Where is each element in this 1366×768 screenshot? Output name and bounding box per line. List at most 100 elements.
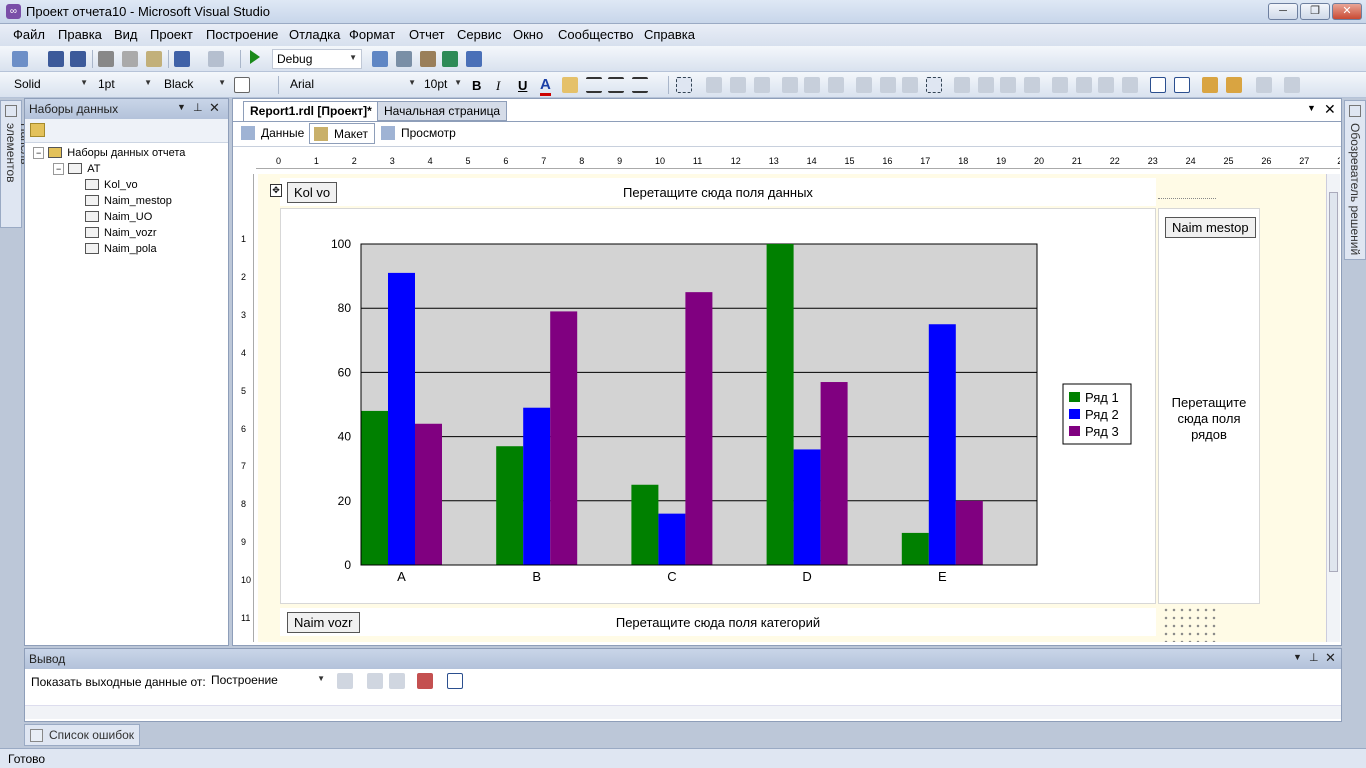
align-tops-icon[interactable] <box>782 77 798 93</box>
add-dataset-icon[interactable] <box>30 123 45 137</box>
menu-file[interactable]: Файл <box>13 27 45 42</box>
tools-icon[interactable] <box>420 51 436 67</box>
subtab-layout[interactable]: Макет <box>309 123 375 144</box>
grid-snap-icon[interactable] <box>676 77 692 93</box>
close-window-button[interactable]: ✕ <box>1332 3 1362 20</box>
send-back-icon[interactable] <box>1226 77 1242 93</box>
save-all-icon[interactable] <box>70 51 86 67</box>
data-field-button[interactable]: Kol vo <box>287 182 338 203</box>
next-message-icon[interactable] <box>389 673 405 689</box>
line-style-combo[interactable]: Solid ▼ <box>10 75 92 95</box>
series-dropzone[interactable]: Naim mestop Перетащите сюда поля рядов <box>1158 208 1260 604</box>
clear-all-icon[interactable] <box>417 673 433 689</box>
paste-icon[interactable] <box>146 51 162 67</box>
find-icon[interactable] <box>372 51 388 67</box>
toolbox-tab[interactable]: Панель элементов <box>0 100 32 228</box>
word-wrap-icon[interactable] <box>447 673 463 689</box>
tree-field[interactable]: Naim_vozr <box>85 227 157 239</box>
pin-icon[interactable]: ⊥ <box>193 101 203 114</box>
tree-root[interactable]: − Наборы данных отчета <box>33 147 185 159</box>
toolbar-options-icon[interactable] <box>1284 77 1300 93</box>
config-combo[interactable]: Debug ▼ <box>272 49 362 69</box>
align-right-icon[interactable] <box>632 77 648 93</box>
center-horizontal-icon[interactable] <box>1150 77 1166 93</box>
explorer-icon[interactable] <box>442 51 458 67</box>
tree-dataset[interactable]: − AT <box>53 163 101 175</box>
output-pin-icon[interactable]: ⊥ <box>1309 651 1319 664</box>
prev-message-icon[interactable] <box>367 673 383 689</box>
fill-color-icon[interactable] <box>562 77 578 93</box>
hspace-remove-icon[interactable] <box>1024 77 1040 93</box>
align-center-icon[interactable] <box>608 77 624 93</box>
output-dropdown-icon[interactable]: ▼ <box>1293 652 1302 662</box>
doc-close-icon[interactable]: ✕ <box>1324 101 1336 118</box>
output-close-icon[interactable]: ✕ <box>1325 650 1336 666</box>
panel-close-icon[interactable]: ✕ <box>209 100 220 116</box>
hspace-inc-icon[interactable] <box>978 77 994 93</box>
start-debug-icon[interactable] <box>250 50 260 64</box>
menu-format[interactable]: Формат <box>349 27 395 42</box>
menu-view[interactable]: Вид <box>114 27 138 42</box>
menu-tools[interactable]: Сервис <box>457 27 502 42</box>
menu-project[interactable]: Проект <box>150 27 193 42</box>
vspace-equal-icon[interactable] <box>1052 77 1068 93</box>
align-centers-icon[interactable] <box>730 77 746 93</box>
menu-window[interactable]: Окно <box>513 27 543 42</box>
redo-icon[interactable] <box>208 51 224 67</box>
panel-dropdown-icon[interactable]: ▼ <box>177 102 186 112</box>
undo-icon[interactable] <box>174 51 190 67</box>
bring-front-icon[interactable] <box>1202 77 1218 93</box>
menu-help[interactable]: Справка <box>644 27 695 42</box>
border-icon[interactable] <box>234 77 250 93</box>
underline-button[interactable]: U <box>518 78 527 93</box>
output-hscrollbar[interactable] <box>25 705 1341 719</box>
hspace-dec-icon[interactable] <box>1000 77 1016 93</box>
vspace-remove-icon[interactable] <box>1122 77 1138 93</box>
series-field-button[interactable]: Naim mestop <box>1165 217 1256 238</box>
properties-icon[interactable] <box>396 51 412 67</box>
minimize-button[interactable]: ─ <box>1268 3 1298 20</box>
tree-field[interactable]: Kol_vo <box>85 179 138 191</box>
menu-report[interactable]: Отчет <box>409 27 445 42</box>
doc-dropdown-icon[interactable]: ▼ <box>1307 103 1316 113</box>
menu-community[interactable]: Сообщество <box>558 27 634 42</box>
chart-area[interactable]: 0 20 40 60 80 100 A B C D E Ряд 1 Ряд 2 Ряд 3 <box>280 208 1156 604</box>
category-dropzone[interactable]: Перетащите сюда поля категорий <box>280 608 1156 636</box>
hspace-equal-icon[interactable] <box>954 77 970 93</box>
scroll-thumb[interactable] <box>1329 192 1338 572</box>
tab-report[interactable]: Report1.rdl [Проект]* <box>243 101 379 121</box>
goto-icon[interactable] <box>337 673 353 689</box>
vspace-dec-icon[interactable] <box>1098 77 1114 93</box>
subtab-preview[interactable]: Просмотр <box>377 123 462 144</box>
same-size-icon[interactable] <box>902 77 918 93</box>
align-middles-icon[interactable] <box>804 77 820 93</box>
move-handle-icon[interactable]: ✥ <box>270 184 282 197</box>
output-source-combo[interactable]: Построение ▼ <box>207 671 329 691</box>
center-vertical-icon[interactable] <box>1174 77 1190 93</box>
same-width-icon[interactable] <box>856 77 872 93</box>
same-height-icon[interactable] <box>880 77 896 93</box>
align-left-icon[interactable] <box>586 77 602 93</box>
data-fields-dropzone[interactable]: Перетащите сюда поля данных <box>280 178 1156 206</box>
subtab-data[interactable]: Данные <box>237 123 310 144</box>
tab-start-page[interactable]: Начальная страница <box>377 101 508 121</box>
cut-icon[interactable] <box>98 51 114 67</box>
line-color-combo[interactable]: Black ▼ <box>160 75 230 95</box>
italic-button[interactable]: I <box>496 78 500 94</box>
align-lefts-icon[interactable] <box>706 77 722 93</box>
tree-field[interactable]: Naim_UO <box>85 211 152 223</box>
window-icon[interactable] <box>466 51 482 67</box>
align-bottoms-icon[interactable] <box>828 77 844 93</box>
size-to-grid-icon[interactable] <box>926 77 942 93</box>
vspace-inc-icon[interactable] <box>1076 77 1092 93</box>
save-icon[interactable] <box>48 51 64 67</box>
menu-debug[interactable]: Отладка <box>289 27 340 42</box>
restore-button[interactable]: ❐ <box>1300 3 1330 20</box>
category-field-button[interactable]: Naim vozr <box>287 612 360 633</box>
font-color-button[interactable]: A <box>540 76 551 96</box>
error-list-tab[interactable]: Список ошибок <box>24 724 140 746</box>
tab-order-icon[interactable] <box>1256 77 1272 93</box>
tree-field[interactable]: Naim_mestop <box>85 195 172 207</box>
menu-build[interactable]: Построение <box>206 27 278 42</box>
copy-icon[interactable] <box>122 51 138 67</box>
